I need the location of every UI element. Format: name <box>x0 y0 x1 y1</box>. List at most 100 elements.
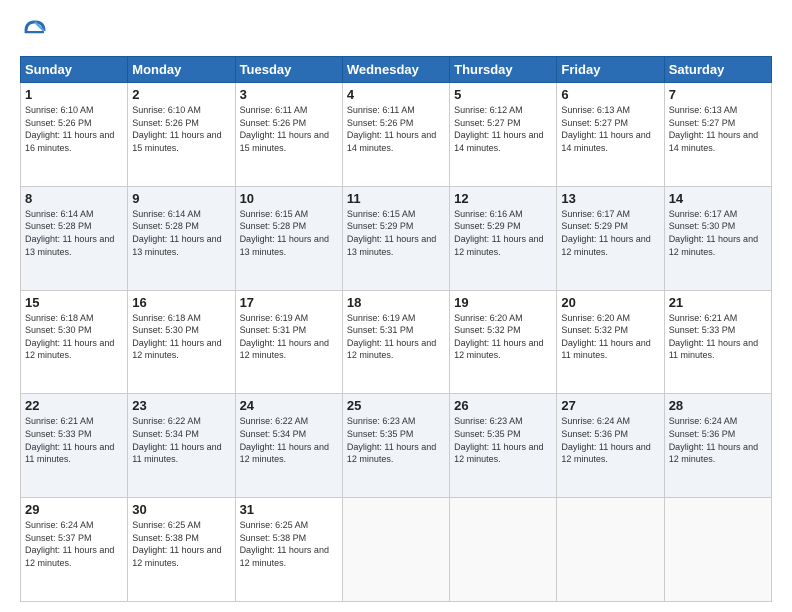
day-number: 11 <box>347 191 445 206</box>
calendar-cell: 15 Sunrise: 6:18 AMSunset: 5:30 PMDayligh… <box>21 290 128 394</box>
day-info: Sunrise: 6:17 AMSunset: 5:29 PMDaylight:… <box>561 208 659 258</box>
logo-icon <box>20 16 50 46</box>
day-info: Sunrise: 6:22 AMSunset: 5:34 PMDaylight:… <box>240 415 338 465</box>
day-info: Sunrise: 6:20 AMSunset: 5:32 PMDaylight:… <box>561 312 659 362</box>
calendar-header-monday: Monday <box>128 57 235 83</box>
calendar-cell <box>557 498 664 602</box>
day-number: 4 <box>347 87 445 102</box>
calendar-cell: 1 Sunrise: 6:10 AMSunset: 5:26 PMDaylight… <box>21 83 128 187</box>
calendar-week-row: 1 Sunrise: 6:10 AMSunset: 5:26 PMDaylight… <box>21 83 772 187</box>
day-info: Sunrise: 6:19 AMSunset: 5:31 PMDaylight:… <box>240 312 338 362</box>
day-number: 17 <box>240 295 338 310</box>
day-info: Sunrise: 6:15 AMSunset: 5:29 PMDaylight:… <box>347 208 445 258</box>
day-info: Sunrise: 6:18 AMSunset: 5:30 PMDaylight:… <box>132 312 230 362</box>
day-number: 29 <box>25 502 123 517</box>
calendar-header-wednesday: Wednesday <box>342 57 449 83</box>
day-info: Sunrise: 6:22 AMSunset: 5:34 PMDaylight:… <box>132 415 230 465</box>
day-info: Sunrise: 6:23 AMSunset: 5:35 PMDaylight:… <box>347 415 445 465</box>
day-info: Sunrise: 6:21 AMSunset: 5:33 PMDaylight:… <box>669 312 767 362</box>
day-number: 24 <box>240 398 338 413</box>
calendar-cell: 8 Sunrise: 6:14 AMSunset: 5:28 PMDaylight… <box>21 186 128 290</box>
day-info: Sunrise: 6:20 AMSunset: 5:32 PMDaylight:… <box>454 312 552 362</box>
calendar-cell: 6 Sunrise: 6:13 AMSunset: 5:27 PMDaylight… <box>557 83 664 187</box>
calendar-cell: 9 Sunrise: 6:14 AMSunset: 5:28 PMDaylight… <box>128 186 235 290</box>
calendar-cell: 24 Sunrise: 6:22 AMSunset: 5:34 PMDayligh… <box>235 394 342 498</box>
day-info: Sunrise: 6:19 AMSunset: 5:31 PMDaylight:… <box>347 312 445 362</box>
calendar-header-row: SundayMondayTuesdayWednesdayThursdayFrid… <box>21 57 772 83</box>
day-info: Sunrise: 6:10 AMSunset: 5:26 PMDaylight:… <box>25 104 123 154</box>
calendar-cell: 2Sunrise: 6:10 AMSunset: 5:26 PMDaylight… <box>128 83 235 187</box>
day-info: Sunrise: 6:12 AMSunset: 5:27 PMDaylight:… <box>454 104 552 154</box>
calendar-cell: 5Sunrise: 6:12 AMSunset: 5:27 PMDaylight… <box>450 83 557 187</box>
day-number: 23 <box>132 398 230 413</box>
day-number: 8 <box>25 191 123 206</box>
calendar-header-friday: Friday <box>557 57 664 83</box>
day-number: 31 <box>240 502 338 517</box>
calendar-table: SundayMondayTuesdayWednesdayThursdayFrid… <box>20 56 772 602</box>
day-info: Sunrise: 6:14 AMSunset: 5:28 PMDaylight:… <box>132 208 230 258</box>
day-number: 27 <box>561 398 659 413</box>
day-info: Sunrise: 6:14 AMSunset: 5:28 PMDaylight:… <box>25 208 123 258</box>
day-info: Sunrise: 6:11 AMSunset: 5:26 PMDaylight:… <box>347 104 445 154</box>
day-info: Sunrise: 6:18 AMSunset: 5:30 PMDaylight:… <box>25 312 123 362</box>
day-info: Sunrise: 6:21 AMSunset: 5:33 PMDaylight:… <box>25 415 123 465</box>
day-number: 6 <box>561 87 659 102</box>
day-number: 1 <box>25 87 123 102</box>
calendar-cell: 17 Sunrise: 6:19 AMSunset: 5:31 PMDayligh… <box>235 290 342 394</box>
calendar-cell: 20 Sunrise: 6:20 AMSunset: 5:32 PMDayligh… <box>557 290 664 394</box>
day-number: 22 <box>25 398 123 413</box>
day-info: Sunrise: 6:13 AMSunset: 5:27 PMDaylight:… <box>669 104 767 154</box>
calendar-cell: 4 Sunrise: 6:11 AMSunset: 5:26 PMDaylight… <box>342 83 449 187</box>
calendar-cell <box>450 498 557 602</box>
calendar-cell: 16Sunrise: 6:18 AMSunset: 5:30 PMDayligh… <box>128 290 235 394</box>
calendar-header-saturday: Saturday <box>664 57 771 83</box>
calendar-cell: 29 Sunrise: 6:24 AMSunset: 5:37 PMDayligh… <box>21 498 128 602</box>
day-number: 20 <box>561 295 659 310</box>
day-number: 21 <box>669 295 767 310</box>
calendar-header-sunday: Sunday <box>21 57 128 83</box>
day-number: 14 <box>669 191 767 206</box>
calendar-week-row: 29 Sunrise: 6:24 AMSunset: 5:37 PMDayligh… <box>21 498 772 602</box>
day-info: Sunrise: 6:24 AMSunset: 5:36 PMDaylight:… <box>669 415 767 465</box>
day-info: Sunrise: 6:10 AMSunset: 5:26 PMDaylight:… <box>132 104 230 154</box>
calendar-header-tuesday: Tuesday <box>235 57 342 83</box>
calendar-cell: 22 Sunrise: 6:21 AMSunset: 5:33 PMDayligh… <box>21 394 128 498</box>
calendar-cell: 30 Sunrise: 6:25 AMSunset: 5:38 PMDayligh… <box>128 498 235 602</box>
day-info: Sunrise: 6:24 AMSunset: 5:37 PMDaylight:… <box>25 519 123 569</box>
day-info: Sunrise: 6:13 AMSunset: 5:27 PMDaylight:… <box>561 104 659 154</box>
calendar-cell: 27 Sunrise: 6:24 AMSunset: 5:36 PMDayligh… <box>557 394 664 498</box>
calendar-cell: 31 Sunrise: 6:25 AMSunset: 5:38 PMDayligh… <box>235 498 342 602</box>
day-number: 12 <box>454 191 552 206</box>
calendar-cell: 3 Sunrise: 6:11 AMSunset: 5:26 PMDaylight… <box>235 83 342 187</box>
calendar-cell: 11 Sunrise: 6:15 AMSunset: 5:29 PMDayligh… <box>342 186 449 290</box>
day-number: 18 <box>347 295 445 310</box>
calendar-cell: 25 Sunrise: 6:23 AMSunset: 5:35 PMDayligh… <box>342 394 449 498</box>
calendar-week-row: 22 Sunrise: 6:21 AMSunset: 5:33 PMDayligh… <box>21 394 772 498</box>
calendar-cell: 21 Sunrise: 6:21 AMSunset: 5:33 PMDayligh… <box>664 290 771 394</box>
calendar-header-thursday: Thursday <box>450 57 557 83</box>
day-number: 3 <box>240 87 338 102</box>
calendar-cell: 12 Sunrise: 6:16 AMSunset: 5:29 PMDayligh… <box>450 186 557 290</box>
day-info: Sunrise: 6:11 AMSunset: 5:26 PMDaylight:… <box>240 104 338 154</box>
calendar-cell <box>664 498 771 602</box>
day-info: Sunrise: 6:24 AMSunset: 5:36 PMDaylight:… <box>561 415 659 465</box>
day-number: 30 <box>132 502 230 517</box>
day-number: 13 <box>561 191 659 206</box>
header <box>20 16 772 46</box>
calendar-cell: 18 Sunrise: 6:19 AMSunset: 5:31 PMDayligh… <box>342 290 449 394</box>
day-info: Sunrise: 6:16 AMSunset: 5:29 PMDaylight:… <box>454 208 552 258</box>
day-info: Sunrise: 6:17 AMSunset: 5:30 PMDaylight:… <box>669 208 767 258</box>
day-number: 19 <box>454 295 552 310</box>
page: SundayMondayTuesdayWednesdayThursdayFrid… <box>0 0 792 612</box>
calendar-cell: 13 Sunrise: 6:17 AMSunset: 5:29 PMDayligh… <box>557 186 664 290</box>
day-info: Sunrise: 6:25 AMSunset: 5:38 PMDaylight:… <box>132 519 230 569</box>
day-info: Sunrise: 6:23 AMSunset: 5:35 PMDaylight:… <box>454 415 552 465</box>
day-info: Sunrise: 6:25 AMSunset: 5:38 PMDaylight:… <box>240 519 338 569</box>
calendar-cell: 19 Sunrise: 6:20 AMSunset: 5:32 PMDayligh… <box>450 290 557 394</box>
day-number: 9 <box>132 191 230 206</box>
day-number: 15 <box>25 295 123 310</box>
calendar-cell: 28Sunrise: 6:24 AMSunset: 5:36 PMDayligh… <box>664 394 771 498</box>
calendar-cell: 26Sunrise: 6:23 AMSunset: 5:35 PMDayligh… <box>450 394 557 498</box>
day-number: 25 <box>347 398 445 413</box>
calendar-week-row: 15 Sunrise: 6:18 AMSunset: 5:30 PMDayligh… <box>21 290 772 394</box>
